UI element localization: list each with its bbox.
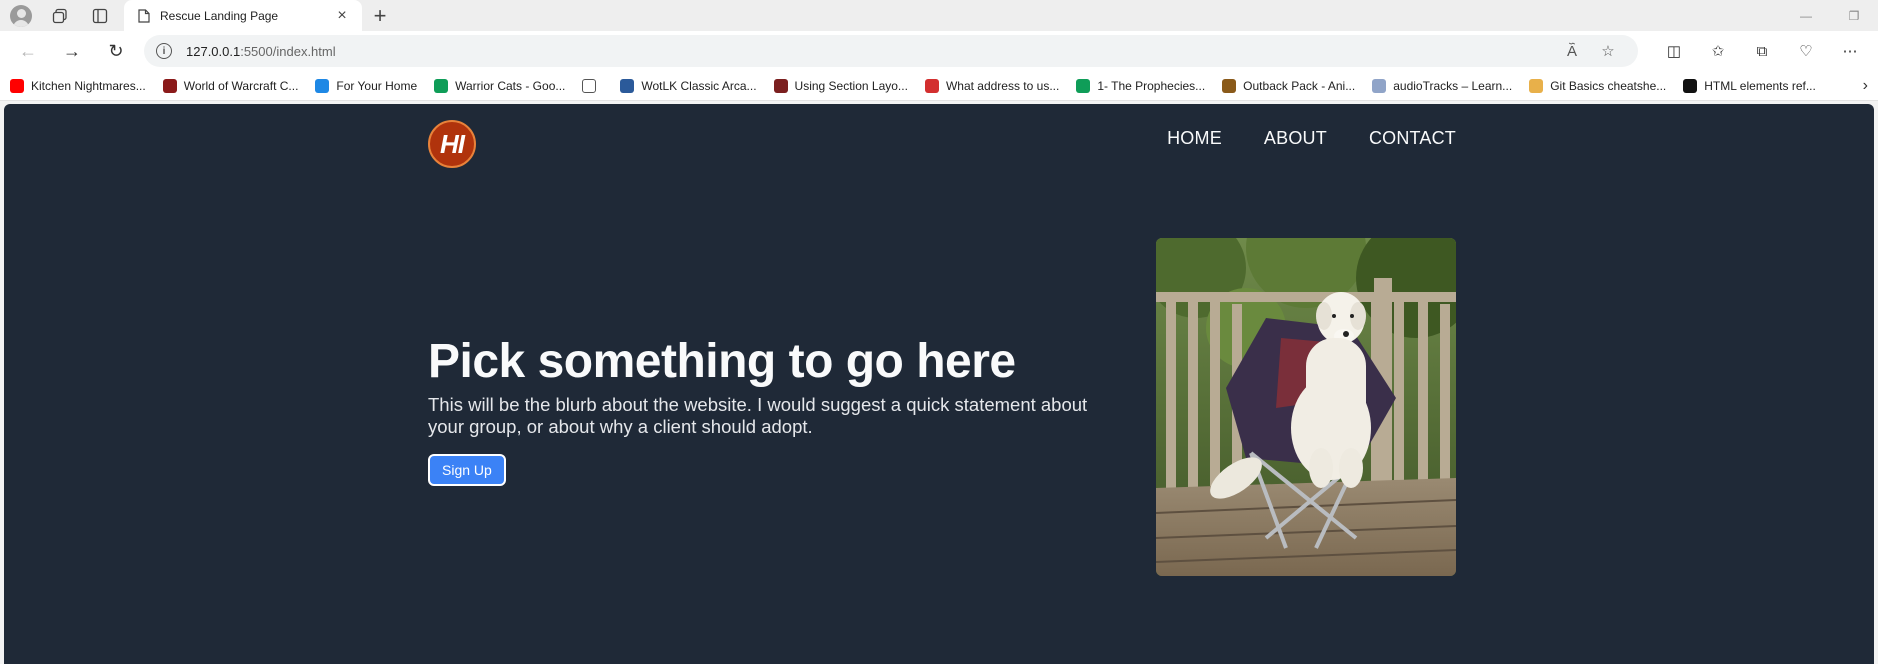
- read-aloud-icon[interactable]: A᷈: [1554, 43, 1590, 60]
- bookmark-favicon-icon: [1076, 78, 1091, 93]
- bookmark-favicon-icon: [434, 78, 449, 93]
- nav-contact-link[interactable]: CONTACT: [1369, 128, 1456, 149]
- tab-actions-button[interactable]: [80, 0, 120, 31]
- bookmark-item[interactable]: 1- The Prophecies...: [1076, 78, 1206, 93]
- bookmark-item[interactable]: audioTracks – Learn...: [1372, 78, 1513, 93]
- site-logo[interactable]: HI: [428, 120, 476, 168]
- favorite-star-icon[interactable]: ☆: [1590, 42, 1626, 60]
- hero-title: Pick something to go here: [428, 335, 1016, 388]
- bookmark-label: HTML elements ref...: [1704, 78, 1816, 93]
- favorites-icon[interactable]: ✩: [1696, 35, 1740, 67]
- bookmark-favicon-icon: [1222, 78, 1237, 93]
- site-info-icon[interactable]: i: [156, 43, 172, 59]
- bookmark-item[interactable]: HTML elements ref...: [1683, 78, 1816, 93]
- bookmark-item[interactable]: Kitchen Nightmares...: [10, 78, 146, 93]
- bookmark-favicon-icon: [1683, 78, 1698, 93]
- collections-icon[interactable]: ⧉: [1740, 35, 1784, 67]
- more-menu-icon[interactable]: ⋯: [1828, 35, 1872, 67]
- new-tab-button[interactable]: +: [362, 0, 398, 31]
- hero-text: Pick something to go here This will be t…: [428, 334, 1128, 486]
- vertical-tabs-icon: [92, 8, 108, 23]
- url-bar[interactable]: i 127.0.0.1:5500/index.html A᷈ ☆: [144, 35, 1638, 67]
- forward-button[interactable]: →: [50, 35, 94, 67]
- restore-button[interactable]: ❐: [1830, 0, 1878, 31]
- bookmark-label: WotLK Classic Arca...: [641, 78, 757, 93]
- bookmark-item[interactable]: Warrior Cats - Goo...: [434, 78, 566, 93]
- bookmark-label: Kitchen Nightmares...: [31, 78, 146, 93]
- sign-up-button[interactable]: Sign Up: [428, 454, 506, 486]
- address-toolbar: ← → ↻ i 127.0.0.1:5500/index.html A᷈ ☆ ◫…: [0, 31, 1878, 71]
- bookmark-favicon-icon: [773, 78, 788, 93]
- dog-on-chair-image: [1156, 238, 1456, 576]
- bookmark-item[interactable]: World of Warcraft C...: [162, 78, 299, 93]
- main-nav: HOME ABOUT CONTACT: [1167, 128, 1456, 149]
- window-controls: — ❐: [1782, 0, 1878, 31]
- bookmark-item[interactable]: For Your Home: [315, 78, 418, 93]
- bookmark-label: Git Basics cheatshe...: [1550, 78, 1667, 93]
- bookmark-item[interactable]: Using Section Layo...: [773, 78, 908, 93]
- bookmark-label: What address to us...: [945, 78, 1060, 93]
- profile-avatar-icon: [10, 4, 32, 27]
- bookmark-favicon-icon: [162, 78, 177, 93]
- tab-close-icon[interactable]: ×: [332, 7, 352, 25]
- bookmark-item[interactable]: Outback Pack - Ani...: [1222, 78, 1356, 93]
- workspaces-button[interactable]: [40, 0, 80, 31]
- bookmark-label: For Your Home: [336, 78, 418, 93]
- url-text[interactable]: 127.0.0.1:5500/index.html: [186, 44, 1554, 59]
- workspaces-icon: [52, 8, 67, 23]
- url-host: 127.0.0.1: [186, 43, 241, 59]
- active-tab[interactable]: Rescue Landing Page ×: [124, 0, 362, 31]
- bookmark-label: Using Section Layo...: [794, 78, 908, 93]
- bookmark-favicon-icon: [315, 78, 330, 93]
- hero-section: Pick something to go here This will be t…: [428, 238, 1456, 576]
- bookmark-favicon-icon: [582, 78, 597, 93]
- url-path: :5500/index.html: [240, 43, 336, 59]
- nav-home-link[interactable]: HOME: [1167, 128, 1222, 149]
- page-icon: [138, 8, 150, 23]
- split-screen-icon[interactable]: ◫: [1652, 35, 1696, 67]
- bookmark-favicon-icon: [620, 78, 635, 93]
- browser-essentials-icon[interactable]: ♡: [1784, 35, 1828, 67]
- bookmark-favicon-icon: [1529, 78, 1544, 93]
- tab-title: Rescue Landing Page: [160, 8, 279, 23]
- bookmark-item[interactable]: WotLK Classic Arca...: [620, 78, 757, 93]
- bookmark-label: audioTracks – Learn...: [1393, 78, 1513, 93]
- back-button[interactable]: ←: [6, 35, 50, 67]
- bookmark-label: Outback Pack - Ani...: [1243, 78, 1356, 93]
- bookmarks-bar: Kitchen Nightmares... World of Warcraft C…: [0, 71, 1878, 101]
- browser-titlebar: Rescue Landing Page × + — ❐: [0, 0, 1878, 31]
- bookmark-favicon-icon: [10, 78, 24, 93]
- refresh-button[interactable]: ↻: [94, 35, 138, 67]
- bookmark-label: 1- The Prophecies...: [1097, 78, 1206, 93]
- profile-button[interactable]: [0, 0, 40, 31]
- bookmarks-overflow-icon[interactable]: ›: [1863, 77, 1868, 95]
- page-viewport: HI HOME ABOUT CONTACT Pick something to …: [4, 104, 1874, 664]
- bookmark-label: Warrior Cats - Goo...: [455, 78, 566, 93]
- minimize-button[interactable]: —: [1782, 0, 1830, 31]
- hero-blurb: This will be the blurb about the website…: [428, 394, 1088, 437]
- bookmark-item[interactable]: [582, 78, 603, 93]
- bookmark-favicon-icon: [1372, 78, 1387, 93]
- bookmark-item[interactable]: Git Basics cheatshe...: [1529, 78, 1667, 93]
- bookmark-favicon-icon: [924, 78, 939, 93]
- bookmark-label: World of Warcraft C...: [183, 78, 299, 93]
- bookmark-item[interactable]: What address to us...: [924, 78, 1060, 93]
- hero-dog-photo: [1156, 238, 1456, 576]
- nav-about-link[interactable]: ABOUT: [1264, 128, 1327, 149]
- site-header: HI HOME ABOUT CONTACT: [428, 120, 1456, 168]
